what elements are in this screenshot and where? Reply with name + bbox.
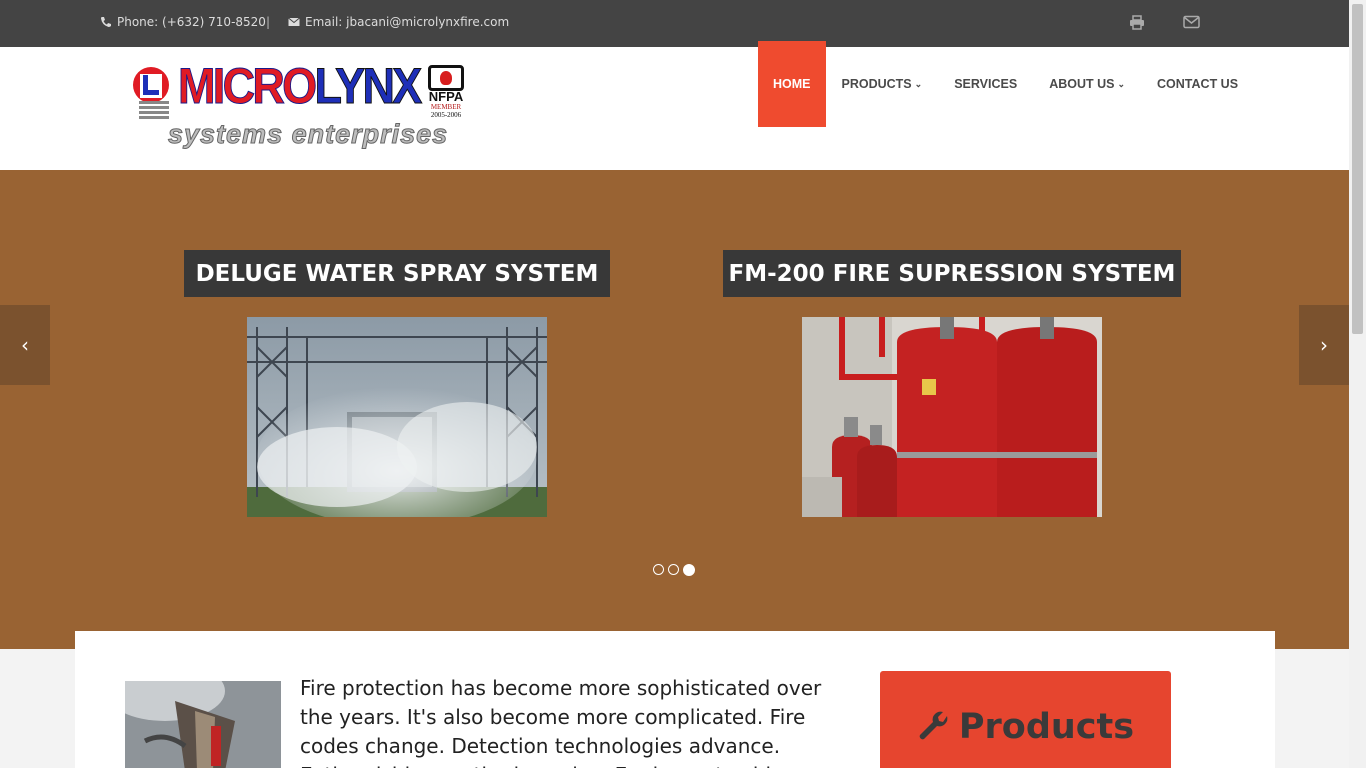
nfpa-text: NFPA — [428, 89, 464, 104]
nav-about-us[interactable]: ABOUT US ⌄ — [1033, 41, 1141, 127]
scrollbar-thumb[interactable] — [1352, 4, 1363, 334]
chevron-left-icon: ‹ — [21, 333, 29, 357]
top-bar: Phone: (+632) 710-8520 | Email: jbacani@… — [0, 0, 1349, 47]
intro-paragraph: Fire protection has become more sophisti… — [300, 676, 822, 768]
hero-slider: DELUGE WATER SPRAY SYSTEM FM-200 FIRE SU… — [0, 170, 1349, 649]
nav-products[interactable]: PRODUCTS ⌄ — [826, 41, 939, 127]
nav-contact-us[interactable]: CONTACT US — [1141, 41, 1254, 127]
sprinkler-image — [125, 681, 281, 768]
logo-wordmark: MICROLYNX — [178, 57, 423, 115]
products-label: Products — [958, 707, 1135, 747]
phone-text: Phone: (+632) 710-8520 — [117, 15, 266, 29]
nav-contact-label: CONTACT US — [1157, 77, 1239, 91]
email-contact[interactable]: Email: jbacani@microlynxfire.com — [288, 15, 509, 29]
nav-about-label: ABOUT US — [1049, 77, 1115, 91]
products-button[interactable]: Products — [880, 671, 1171, 768]
nav-home-label: HOME — [773, 77, 811, 91]
logo-word-blue: LYNX — [314, 58, 423, 115]
slider-next-button[interactable]: › — [1299, 305, 1349, 385]
nav-home[interactable]: HOME — [758, 41, 826, 127]
page-scrollbar[interactable] — [1349, 0, 1366, 768]
separator: | — [266, 15, 271, 29]
phone-contact: Phone: (+632) 710-8520 — [100, 15, 266, 29]
nav-products-label: PRODUCTS — [841, 77, 912, 91]
logo-word-red: MICRO — [178, 58, 318, 115]
site-logo[interactable]: MICROLYNX NFPA MEMBER 2005-2006 systems … — [130, 58, 470, 153]
mail-icon[interactable] — [1183, 15, 1200, 29]
main-nav: HOME PRODUCTS ⌄ SERVICES ABOUT US ⌄ CONTAC… — [758, 41, 1254, 127]
nav-services-label: SERVICES — [954, 77, 1018, 91]
nfpa-badge: NFPA MEMBER 2005-2006 — [424, 65, 468, 119]
chevron-down-icon: ⌄ — [1117, 78, 1126, 89]
fm200-cylinders-image[interactable] — [802, 317, 1102, 517]
slide-title: DELUGE WATER SPRAY SYSTEM — [184, 250, 610, 297]
wrench-icon — [919, 711, 948, 740]
deluge-spray-image[interactable] — [247, 317, 547, 517]
nfpa-flame-icon — [428, 65, 464, 91]
slider-dot[interactable] — [668, 564, 679, 575]
phone-icon — [101, 17, 111, 27]
logo-mark — [133, 67, 169, 119]
slide-title: FM-200 FIRE SUPRESSION SYSTEM — [723, 250, 1181, 297]
logo-tagline: systems enterprises — [167, 119, 449, 150]
site-header: MICROLYNX NFPA MEMBER 2005-2006 systems … — [0, 41, 1349, 170]
chevron-right-icon: › — [1320, 333, 1328, 357]
chevron-down-icon: ⌄ — [914, 78, 923, 89]
envelope-icon — [288, 17, 300, 26]
nfpa-member: MEMBER — [430, 103, 462, 111]
slider-prev-button[interactable]: ‹ — [0, 305, 50, 385]
intro-section: Fire protection has become more sophisti… — [75, 631, 1275, 768]
slider-dot[interactable] — [653, 564, 664, 575]
slider-dot-active[interactable] — [683, 564, 695, 576]
nav-services[interactable]: SERVICES — [938, 41, 1033, 127]
print-icon[interactable] — [1129, 15, 1145, 30]
email-text: Email: jbacani@microlynxfire.com — [305, 15, 510, 29]
nfpa-years: 2005-2006 — [430, 111, 462, 119]
slider-dots — [653, 564, 695, 576]
